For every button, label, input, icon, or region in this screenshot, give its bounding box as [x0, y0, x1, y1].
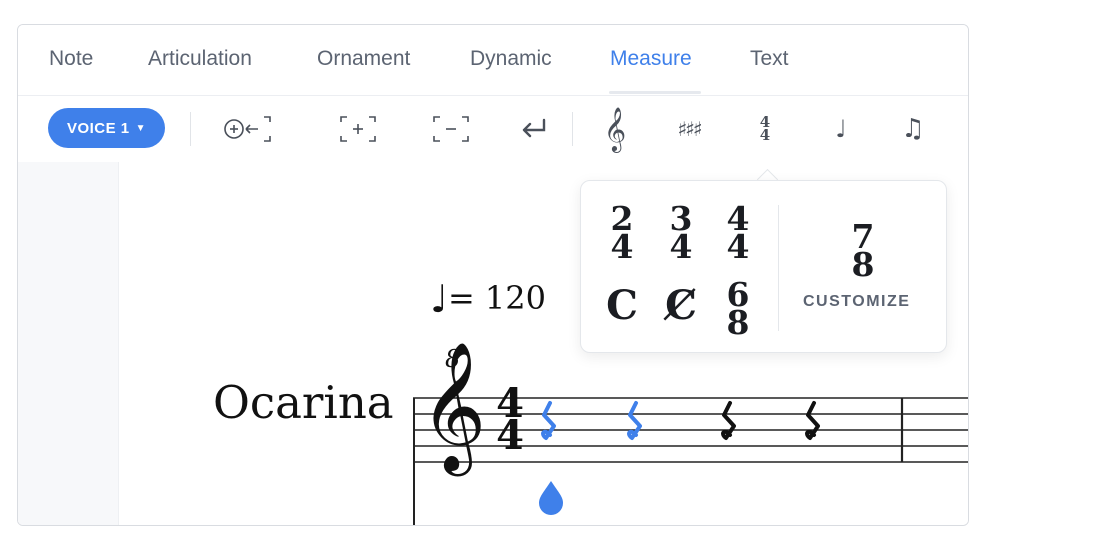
measure-toolbar: VOICE 1 ▼ 𝄞 ♯♯♯ 4 4 ♩ ♫	[18, 96, 968, 162]
insert-measure-before-icon[interactable]	[224, 106, 277, 152]
rest-selected	[627, 401, 642, 440]
editor-window: Note Articulation Ornament Dynamic Measu…	[17, 24, 969, 526]
time-signature-option-4-4[interactable]: 44	[715, 202, 761, 263]
tuplet-icon[interactable]: ♫	[888, 106, 938, 152]
active-tab-indicator	[609, 91, 701, 94]
time-signature-icon[interactable]: 44	[740, 106, 790, 152]
tab-measure[interactable]: Measure	[610, 47, 692, 71]
rest	[805, 401, 820, 440]
tab-articulation[interactable]: Articulation	[148, 47, 252, 71]
custom-time-signature-preview[interactable]: 78	[840, 220, 886, 281]
add-measure-icon[interactable]	[333, 106, 383, 152]
time-signature-popover: 24 34 44 C C̸ 68 78 CUSTOMIZE	[580, 180, 947, 353]
tab-ornament[interactable]: Ornament	[317, 47, 410, 71]
toolbar-divider	[190, 112, 191, 146]
tab-dynamic[interactable]: Dynamic	[470, 47, 552, 71]
treble-clef-icon[interactable]: 𝄞	[420, 350, 486, 462]
tempo-marking[interactable]: ♩= 120	[430, 274, 546, 322]
time-signature-option-cut[interactable]: C̸	[658, 282, 704, 329]
customize-time-signature-button[interactable]: CUSTOMIZE	[803, 293, 910, 311]
rest-selected	[541, 401, 556, 440]
line-break-icon[interactable]	[509, 106, 559, 152]
clef-icon[interactable]: 𝄞	[590, 106, 640, 152]
key-signature-icon[interactable]: ♯♯♯	[664, 106, 714, 152]
time-signature-option-common[interactable]: C	[599, 282, 645, 329]
quarter-note-icon: ♩	[430, 277, 448, 321]
pickup-measure-icon[interactable]: ♩​	[816, 106, 866, 152]
instrument-name[interactable]: Ocarina	[213, 376, 394, 429]
time-signature-option-2-4[interactable]: 24	[599, 202, 645, 263]
remove-measure-icon[interactable]	[426, 106, 476, 152]
toolbar-divider	[572, 112, 573, 146]
tab-text[interactable]: Text	[750, 47, 789, 71]
staff-time-signature[interactable]: 4 4	[494, 384, 526, 459]
tempo-value: = 120	[447, 279, 546, 317]
chevron-down-icon: ▼	[135, 122, 147, 134]
tab-bar: Note Articulation Ornament Dynamic Measu…	[18, 25, 968, 96]
rest	[721, 401, 736, 440]
popover-divider	[778, 205, 779, 331]
insertion-cursor	[539, 481, 563, 515]
time-signature-option-6-8[interactable]: 68	[715, 278, 761, 339]
time-signature-option-3-4[interactable]: 34	[658, 202, 704, 263]
time-signature-bottom: 4	[496, 412, 524, 459]
score-margin	[18, 162, 119, 525]
tab-note[interactable]: Note	[49, 47, 93, 71]
voice-label: VOICE 1	[66, 119, 130, 137]
voice-selector-button[interactable]: VOICE 1 ▼	[48, 108, 165, 148]
